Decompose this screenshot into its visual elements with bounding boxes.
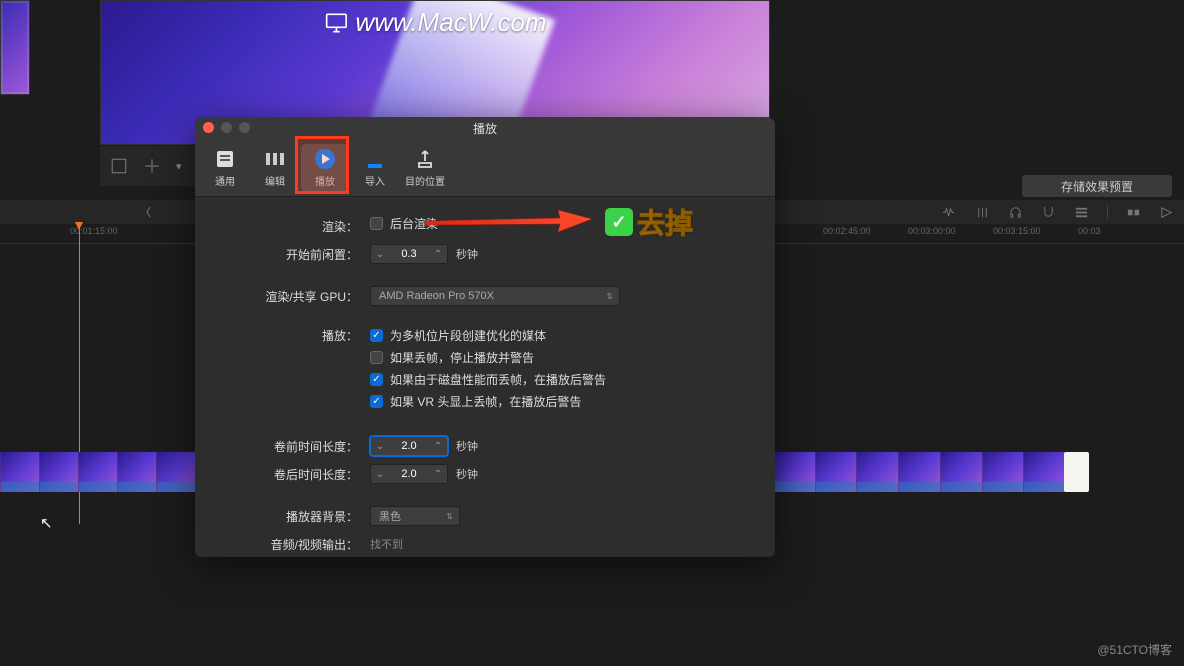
dialog-title: 播放 xyxy=(473,120,497,137)
transform-tool-icon[interactable] xyxy=(143,157,161,175)
back-icon[interactable]: 〈 xyxy=(140,204,151,220)
stepper-up-icon[interactable]: ⌃ xyxy=(429,469,447,480)
save-preset-button[interactable]: 存储效果预置 xyxy=(1022,175,1172,197)
crop-tool-icon[interactable] xyxy=(110,157,128,175)
ruler-tick: 00:03 xyxy=(1078,226,1101,236)
headphones-icon[interactable] xyxy=(1008,205,1023,220)
list-view-icon[interactable] xyxy=(1074,205,1089,220)
gpu-dropdown[interactable]: AMD Radeon Pro 570X⇅ xyxy=(370,286,620,306)
play-fullscreen-icon[interactable] xyxy=(1159,205,1174,220)
render-label: 渲染： xyxy=(215,218,370,235)
player-bg-label: 播放器背景： xyxy=(215,508,370,525)
zoom-window-icon[interactable] xyxy=(239,122,250,133)
preroll-stepper[interactable]: ⌄ 2.0 ⌃ xyxy=(370,436,448,456)
viewer-watermark: www.MacW.com xyxy=(323,7,546,38)
playback-label: 播放： xyxy=(215,327,370,344)
general-tab-icon xyxy=(214,148,236,170)
postroll-label: 卷后时间长度： xyxy=(215,466,370,483)
timeline-clip-end[interactable] xyxy=(1064,452,1089,492)
stepper-up-icon[interactable]: ⌃ xyxy=(429,441,447,452)
player-bg-dropdown[interactable]: 黑色⇅ xyxy=(370,506,460,526)
preferences-tabs: 通用 编辑 播放 导入 目的位置 xyxy=(195,139,775,197)
disk-drop-warn-checkbox[interactable]: ✓ xyxy=(370,373,383,386)
editing-tab-icon xyxy=(264,148,286,170)
tab-editing[interactable]: 编辑 xyxy=(251,144,299,192)
stop-on-drop-checkbox[interactable] xyxy=(370,351,383,364)
preroll-label: 卷前时间长度： xyxy=(215,438,370,455)
idle-label: 开始前闲置： xyxy=(215,246,370,263)
minimize-window-icon[interactable] xyxy=(221,122,232,133)
mouse-cursor-icon: ↖ xyxy=(40,514,53,532)
tool-dropdown-icon[interactable]: ▾ xyxy=(176,160,182,173)
stepper-down-icon[interactable]: ⌄ xyxy=(371,249,389,260)
ruler-tick: 00:02:45:00 xyxy=(823,226,871,236)
playback-tab-icon xyxy=(314,148,336,170)
timeline-view-icons xyxy=(942,200,1174,224)
separator xyxy=(1107,205,1108,219)
idle-time-stepper[interactable]: ⌄ 0.3 ⌃ xyxy=(370,244,448,264)
tab-playback[interactable]: 播放 xyxy=(301,144,349,192)
stepper-down-icon[interactable]: ⌄ xyxy=(371,441,389,452)
dialog-titlebar[interactable]: 播放 xyxy=(195,117,775,139)
browser-thumbnail[interactable] xyxy=(0,0,30,95)
import-tab-icon xyxy=(364,148,386,170)
av-output-value: 找不到 xyxy=(370,536,403,552)
timeline-clip-left[interactable] xyxy=(0,452,195,492)
snap-icon[interactable] xyxy=(1041,205,1056,220)
tab-destinations[interactable]: 目的位置 xyxy=(401,144,449,192)
stepper-up-icon[interactable]: ⌃ xyxy=(429,249,447,260)
tab-general[interactable]: 通用 xyxy=(201,144,249,192)
clip-appearance-icon[interactable] xyxy=(1126,205,1141,220)
destinations-tab-icon xyxy=(414,148,436,170)
postroll-stepper[interactable]: ⌄ 2.0 ⌃ xyxy=(370,464,448,484)
preferences-dialog: 播放 通用 编辑 播放 导入 目的位置 渲染： xyxy=(195,117,775,557)
background-render-checkbox[interactable] xyxy=(370,217,383,230)
audio-skimming-icon[interactable] xyxy=(942,205,957,220)
timeline-clip-right[interactable] xyxy=(773,452,1065,492)
gpu-label: 渲染/共享 GPU： xyxy=(215,288,370,305)
multicam-checkbox[interactable]: ✓ xyxy=(370,329,383,342)
vr-drop-warn-checkbox[interactable]: ✓ xyxy=(370,395,383,408)
preferences-body: 渲染： 后台渲染 开始前闲置： ⌄ 0.3 ⌃ 秒钟 渲染/共享 GPU： xyxy=(195,197,775,557)
background-render-text: 后台渲染 xyxy=(390,215,438,232)
skimming-icon[interactable] xyxy=(975,205,990,220)
ruler-tick: 00:03:00:00 xyxy=(908,226,956,236)
av-output-label: 音频/视频输出： xyxy=(215,536,370,553)
ruler-tick: 00:03:15:00 xyxy=(993,226,1041,236)
stepper-down-icon[interactable]: ⌄ xyxy=(371,469,389,480)
page-watermark: @51CTO博客 xyxy=(1097,641,1172,658)
close-window-icon[interactable] xyxy=(203,122,214,133)
tab-import[interactable]: 导入 xyxy=(351,144,399,192)
